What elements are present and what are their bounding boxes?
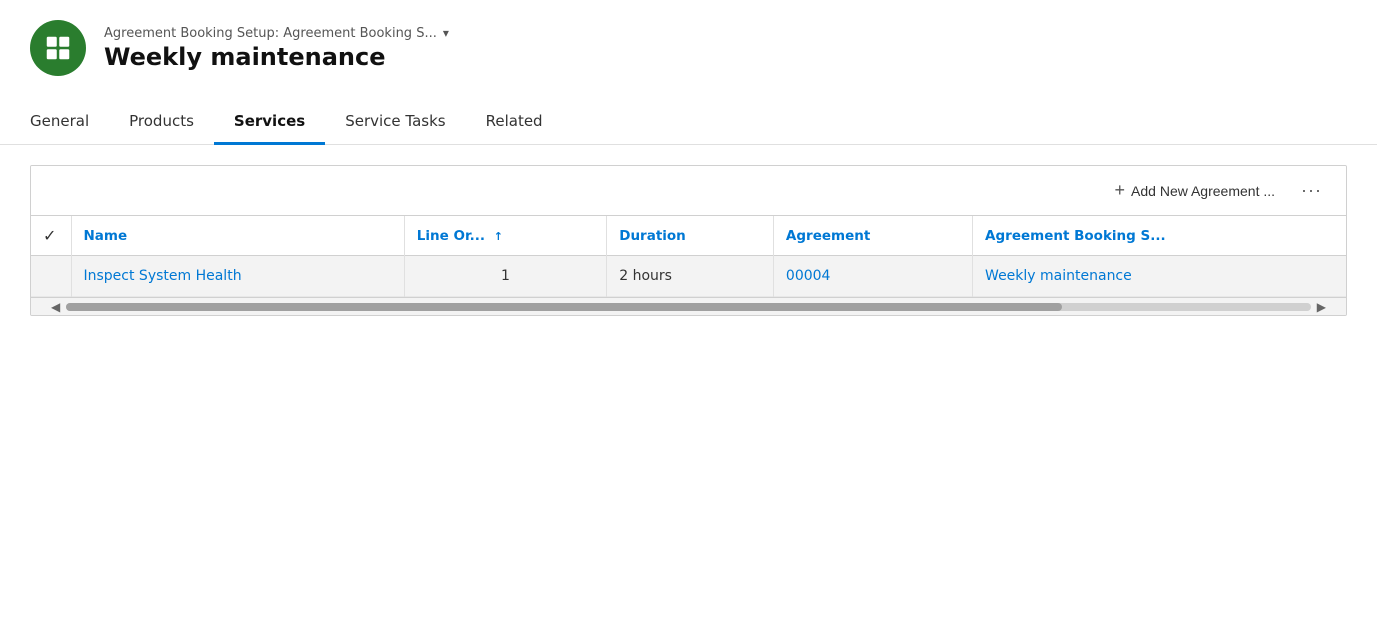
breadcrumb-text: Agreement Booking Setup: Agreement Booki… <box>104 26 437 41</box>
tab-services[interactable]: Services <box>214 102 325 145</box>
app-icon-svg <box>43 33 73 63</box>
plus-icon: + <box>1115 180 1126 201</box>
page-title: Weekly maintenance <box>104 43 449 71</box>
tab-general[interactable]: General <box>30 102 109 145</box>
grid-toolbar: + Add New Agreement ... ··· <box>31 166 1346 216</box>
row-agreement-cell[interactable]: 00004 <box>773 256 972 297</box>
scroll-thumb[interactable] <box>66 303 1062 311</box>
column-header-line-order[interactable]: Line Or... ↑ <box>404 216 606 256</box>
sort-asc-icon: ↑ <box>494 230 503 243</box>
scroll-track[interactable] <box>66 303 1311 311</box>
tab-service-tasks[interactable]: Service Tasks <box>325 102 465 145</box>
column-header-check[interactable]: ✓ <box>31 216 71 256</box>
row-agreement-booking-cell[interactable]: Weekly maintenance <box>973 256 1346 297</box>
services-grid: + Add New Agreement ... ··· ✓ Name Line <box>30 165 1347 316</box>
row-name-cell[interactable]: Inspect System Health <box>71 256 404 297</box>
tab-bar: General Products Services Service Tasks … <box>0 102 1377 145</box>
column-header-name[interactable]: Name <box>71 216 404 256</box>
table-header-row: ✓ Name Line Or... ↑ Duration Agreement <box>31 216 1346 256</box>
tab-products[interactable]: Products <box>109 102 214 145</box>
column-header-agreement[interactable]: Agreement <box>773 216 972 256</box>
breadcrumb-chevron[interactable]: ▾ <box>443 26 449 40</box>
scroll-left-arrow[interactable]: ◀ <box>51 300 60 314</box>
column-header-duration[interactable]: Duration <box>607 216 774 256</box>
services-table: ✓ Name Line Or... ↑ Duration Agreement <box>31 216 1346 297</box>
add-new-agreement-button[interactable]: + Add New Agreement ... <box>1109 176 1281 205</box>
row-line-order-cell: 1 <box>404 256 606 297</box>
row-duration-cell: 2 hours <box>607 256 774 297</box>
more-options-button[interactable]: ··· <box>1293 176 1330 205</box>
horizontal-scrollbar[interactable]: ◀ ▶ <box>31 297 1346 315</box>
page-header: Agreement Booking Setup: Agreement Booki… <box>0 0 1377 86</box>
scroll-right-arrow[interactable]: ▶ <box>1317 300 1326 314</box>
column-header-agreement-booking[interactable]: Agreement Booking S... <box>973 216 1346 256</box>
header-text-block: Agreement Booking Setup: Agreement Booki… <box>104 26 449 71</box>
row-check-cell[interactable] <box>31 256 71 297</box>
table-row[interactable]: Inspect System Health 1 2 hours 00004 We… <box>31 256 1346 297</box>
breadcrumb[interactable]: Agreement Booking Setup: Agreement Booki… <box>104 26 449 41</box>
tab-related[interactable]: Related <box>466 102 563 145</box>
main-content: + Add New Agreement ... ··· ✓ Name Line <box>0 145 1377 336</box>
app-icon <box>30 20 86 76</box>
